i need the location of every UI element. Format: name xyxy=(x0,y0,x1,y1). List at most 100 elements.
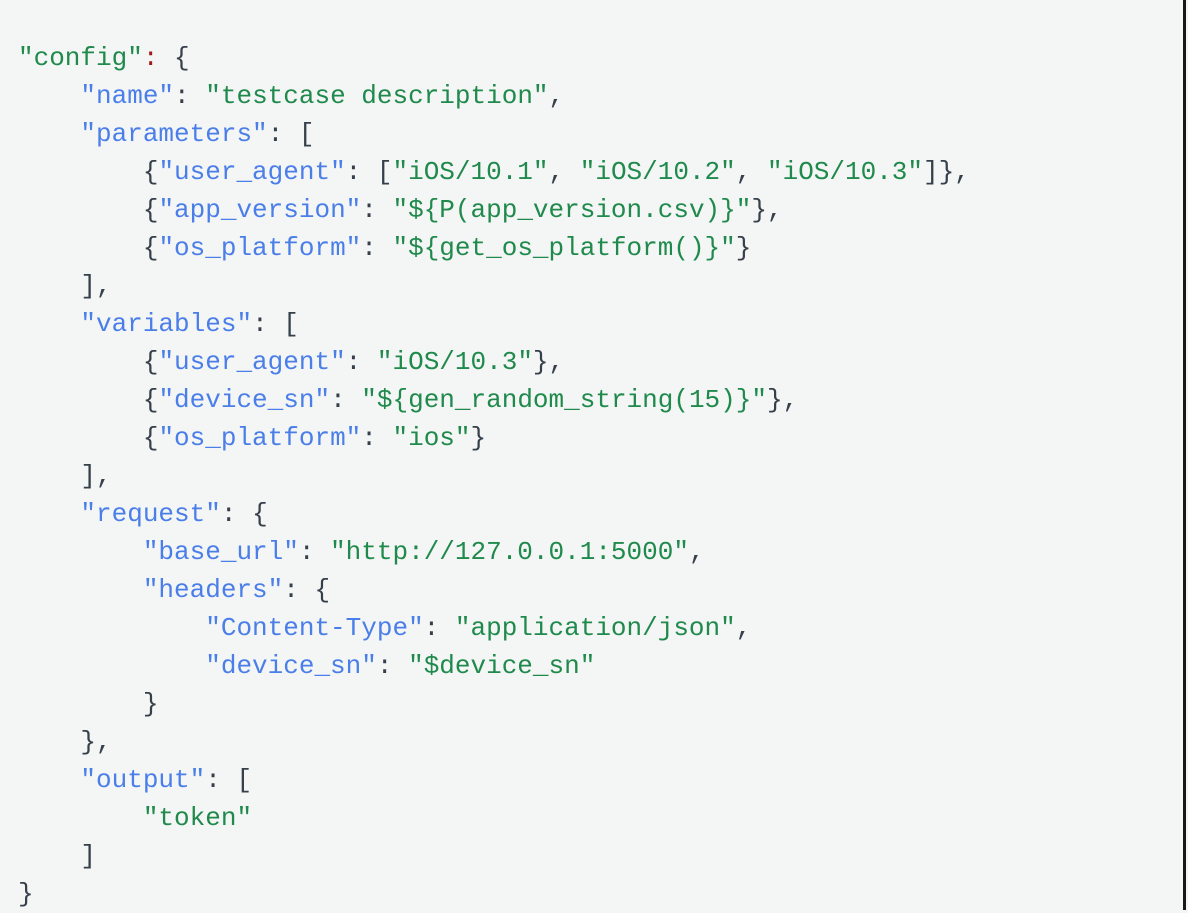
code-token: "iOS/10.2" xyxy=(579,157,736,187)
code-token: : xyxy=(330,385,362,415)
code-token: ] xyxy=(80,841,97,871)
code-token: }, xyxy=(751,195,783,225)
code-token: } xyxy=(735,233,752,263)
code-line: ] xyxy=(18,837,970,875)
code-token: } xyxy=(18,879,34,909)
code-token: { xyxy=(142,423,159,453)
code-token: , xyxy=(735,613,752,643)
code-token: { xyxy=(142,347,159,377)
code-line: "token" xyxy=(18,799,970,837)
json-config-code-block[interactable]: "config": { "name": "testcase descriptio… xyxy=(18,39,970,913)
code-token: , xyxy=(688,537,705,567)
code-token: } xyxy=(470,423,487,453)
code-token: : [ xyxy=(252,309,299,339)
code-token: "iOS/10.1" xyxy=(392,157,549,187)
code-token: "user_agent" xyxy=(158,347,346,377)
code-token: : xyxy=(361,423,393,453)
code-token: "base_url" xyxy=(142,537,299,567)
code-line: {"app_version": "${P(app_version.csv)}"}… xyxy=(18,191,970,229)
code-line: "device_sn": "$device_sn" xyxy=(18,647,970,685)
right-edge-border xyxy=(1183,0,1186,910)
code-token: "name" xyxy=(80,81,175,111)
code-token: ], xyxy=(80,271,112,301)
code-token: "headers" xyxy=(142,575,284,605)
code-token: { xyxy=(142,233,159,263)
code-line: "base_url": "http://127.0.0.1:5000", xyxy=(18,533,970,571)
code-token: "$device_sn" xyxy=(408,651,596,681)
code-line: "config": { xyxy=(18,39,970,77)
code-line: }, xyxy=(18,723,970,761)
code-token: "request" xyxy=(80,499,221,529)
code-token: { xyxy=(158,43,190,73)
code-token: "config" xyxy=(18,43,143,73)
code-token: ]}, xyxy=(923,157,970,187)
code-token: : xyxy=(361,195,393,225)
code-token: : xyxy=(298,537,331,567)
code-line: {"user_agent": ["iOS/10.1", "iOS/10.2", … xyxy=(18,153,970,191)
code-token: }, xyxy=(80,727,112,757)
code-line: "output": [ xyxy=(18,761,970,799)
code-token: : xyxy=(174,81,206,111)
code-line: } xyxy=(18,875,970,913)
code-token: "application/json" xyxy=(454,613,736,643)
code-token: "os_platform" xyxy=(158,233,362,263)
code-token: : [ xyxy=(267,119,315,149)
code-token: : xyxy=(376,651,409,681)
code-line: "headers": { xyxy=(18,571,970,609)
code-token: "token" xyxy=(142,803,253,833)
code-token: "user_agent" xyxy=(158,157,346,187)
code-token: { xyxy=(142,195,159,225)
code-token: } xyxy=(142,689,159,719)
code-token: : xyxy=(361,233,393,263)
code-line: "Content-Type": "application/json", xyxy=(18,609,970,647)
code-line: "variables": [ xyxy=(18,305,970,343)
code-token: "testcase description" xyxy=(205,81,549,111)
code-token: "${gen_random_string(15)}" xyxy=(361,385,767,415)
code-token: "parameters" xyxy=(80,119,268,149)
code-token: }, xyxy=(532,347,565,377)
code-token: "${get_os_platform()}" xyxy=(392,233,736,263)
code-token: : [ xyxy=(205,765,253,795)
code-token: , xyxy=(735,157,767,187)
code-token: "${P(app_version.csv)}" xyxy=(392,195,752,225)
code-token: }, xyxy=(766,385,799,415)
code-line: {"device_sn": "${gen_random_string(15)}"… xyxy=(18,381,970,419)
code-line: {"os_platform": "${get_os_platform()}"} xyxy=(18,229,970,267)
code-line: "name": "testcase description", xyxy=(18,77,970,115)
code-line: } xyxy=(18,685,970,723)
code-token: , xyxy=(548,81,565,111)
code-token: { xyxy=(142,385,159,415)
code-token: : { xyxy=(220,499,268,529)
code-token: "output" xyxy=(80,765,206,795)
code-token: "iOS/10.3" xyxy=(766,157,924,187)
code-token: : xyxy=(345,347,377,377)
code-token: "device_sn" xyxy=(205,651,377,681)
code-token: : { xyxy=(283,575,331,605)
code-token: "app_version" xyxy=(158,195,362,225)
code-line: ], xyxy=(18,457,970,495)
code-line: {"user_agent": "iOS/10.3"}, xyxy=(18,343,970,381)
code-token: { xyxy=(142,157,159,187)
code-token: "os_platform" xyxy=(158,423,362,453)
code-token: "variables" xyxy=(80,309,253,339)
code-line: "parameters": [ xyxy=(18,115,970,153)
